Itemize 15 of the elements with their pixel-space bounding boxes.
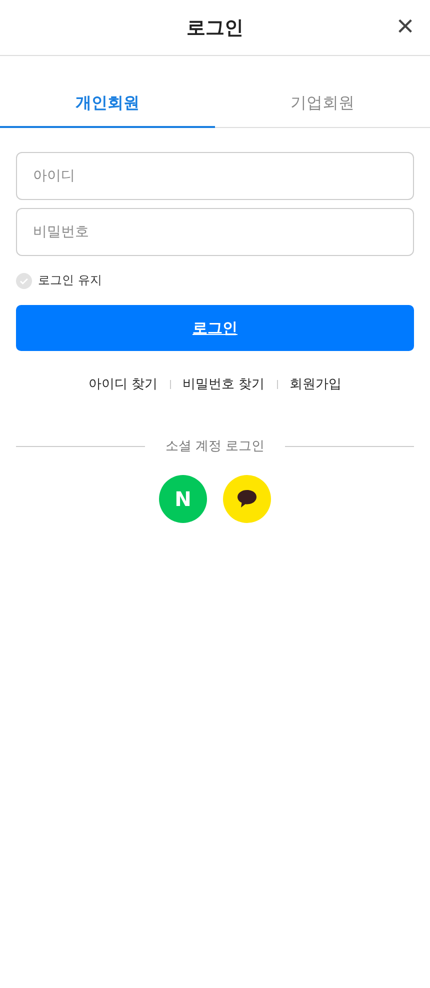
page-title: 로그인 [186, 16, 244, 40]
close-button[interactable]: × [392, 12, 418, 42]
speech-bubble-icon [236, 489, 258, 509]
tab[interactable]: 개인회원 [0, 80, 215, 128]
input-field[interactable]: 아이디 [16, 152, 414, 200]
checkbox[interactable] [16, 272, 32, 288]
login-button[interactable]: 로그인 [16, 305, 414, 351]
checkbox-label: 로그인 유지 [38, 272, 102, 289]
link[interactable]: 회원가입 [290, 375, 342, 393]
section-title: 소셜 계정 로그인 [165, 438, 265, 455]
tab[interactable]: 기업회원 [215, 80, 430, 128]
kakao-login-button[interactable] [223, 475, 271, 523]
link[interactable]: 비밀번호 찾기 [182, 375, 265, 393]
input-field[interactable]: 비밀번호 [16, 208, 414, 256]
link[interactable]: 아이디 찾기 [88, 375, 158, 393]
